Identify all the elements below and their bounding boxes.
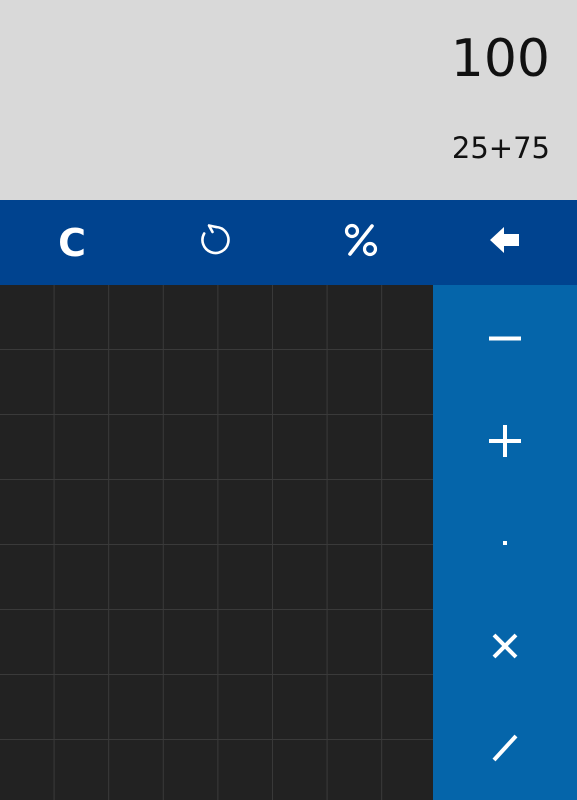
clear-label: C: [58, 220, 87, 265]
expression-value: 25+75: [451, 131, 550, 165]
plus-button[interactable]: [433, 391, 577, 491]
divide-button[interactable]: [433, 698, 577, 798]
divide-icon: [490, 733, 520, 763]
operator-column: [433, 285, 577, 800]
display-panel: 100 25+75: [0, 0, 577, 200]
clear-button[interactable]: C: [0, 200, 144, 285]
percent-icon: [342, 221, 380, 264]
number-pad-grid[interactable]: [0, 285, 433, 800]
function-toolbar: C: [0, 200, 577, 285]
decimal-point-icon: [501, 539, 509, 547]
percent-button[interactable]: [289, 200, 433, 285]
multiply-icon: [490, 631, 520, 661]
result-value: 100: [450, 29, 550, 89]
plus-icon: [488, 424, 522, 458]
refresh-icon: [198, 222, 234, 263]
backspace-icon: [488, 225, 522, 260]
backspace-button[interactable]: [433, 200, 577, 285]
minus-button[interactable]: [433, 288, 577, 388]
refresh-button[interactable]: [144, 200, 288, 285]
minus-icon: [488, 333, 522, 343]
multiply-button[interactable]: [433, 596, 577, 696]
decimal-point-button[interactable]: [433, 493, 577, 593]
